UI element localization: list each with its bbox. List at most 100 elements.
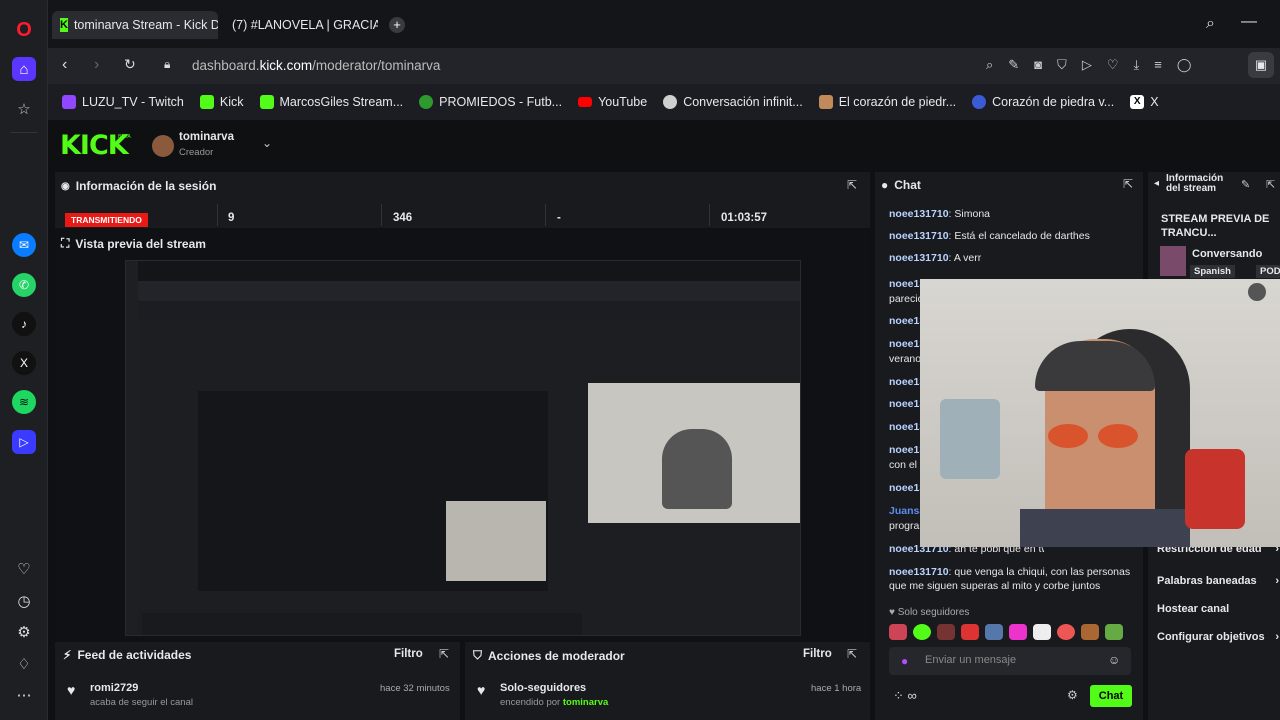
emote-icon[interactable] xyxy=(1081,624,1099,640)
popout-icon[interactable]: ⇱ xyxy=(847,647,857,661)
shield-icon: ⛉ xyxy=(473,648,483,662)
heart-icon[interactable]: ♡ xyxy=(12,557,36,581)
chat-username[interactable]: noee131710 xyxy=(889,566,949,578)
stream-preview-video[interactable] xyxy=(125,260,801,636)
heart-icon[interactable]: ♡ xyxy=(1107,57,1119,73)
bookmark-item[interactable]: PROMIEDOS - Futb... xyxy=(419,95,562,109)
extensions-icon[interactable]: ▣ xyxy=(1248,52,1274,78)
address-bar: ‹ › ↻ 🔒︎ dashboard.kick.com/moderator/to… xyxy=(48,48,1280,84)
profile-icon[interactable]: ◯ xyxy=(1177,57,1192,73)
avatar[interactable] xyxy=(152,135,174,157)
bookmark-item[interactable]: MarcosGiles Stream... xyxy=(259,95,404,109)
tab-youtube[interactable]: (7) #LANOVELA | GRACIAS xyxy=(218,11,378,39)
youtube-icon xyxy=(578,97,593,107)
lock-icon[interactable]: 🔒︎ xyxy=(164,57,170,72)
popout-icon[interactable]: ⇱ xyxy=(1266,178,1275,191)
x-icon[interactable]: X xyxy=(12,351,36,375)
bookmark-item[interactable]: YouTube xyxy=(578,95,647,109)
kick-favicon-icon: K xyxy=(60,18,68,32)
player-icon[interactable]: ▷ xyxy=(12,430,36,454)
spotify-icon[interactable]: ≋ xyxy=(12,390,36,414)
bookmark-item[interactable]: XX xyxy=(1130,95,1159,109)
popout-icon[interactable]: ⇱ xyxy=(847,178,857,192)
settings-label: Hostear canal xyxy=(1157,603,1230,615)
infinity-icon[interactable]: ⁘ ∞ xyxy=(893,688,917,704)
mod-by-user[interactable]: tominarva xyxy=(563,697,608,708)
camera-icon[interactable]: ◙ xyxy=(1034,57,1042,73)
bookmark-item[interactable]: El corazón de piedr... xyxy=(818,95,956,109)
emote-icon[interactable] xyxy=(889,624,907,640)
host-channel-item[interactable]: Hostear canal xyxy=(1157,603,1279,615)
back-icon[interactable]: ‹ xyxy=(62,56,67,74)
emote-icon[interactable] xyxy=(937,624,955,640)
webcam-close-icon[interactable] xyxy=(1248,283,1266,301)
emote-icon[interactable] xyxy=(1009,624,1027,640)
chat-text: verano xyxy=(889,353,922,365)
tiktok-icon[interactable]: ♪ xyxy=(12,312,36,336)
url-field[interactable]: dashboard.kick.com/moderator/tominarva xyxy=(192,58,440,73)
bookmark-label: MarcosGiles Stream... xyxy=(279,95,404,109)
chatgpt-icon xyxy=(663,95,678,109)
category-name[interactable]: Conversando xyxy=(1192,248,1262,260)
new-tab-button[interactable]: + xyxy=(389,17,405,33)
shield-icon[interactable]: ⛉ xyxy=(1057,57,1067,73)
tab-kick[interactable]: K tominarva Stream - Kick D xyxy=(52,11,218,39)
image-icon xyxy=(818,95,833,109)
forward-icon[interactable]: › xyxy=(94,56,99,74)
chat-username[interactable]: noee131710 xyxy=(889,208,949,220)
lightbulb-icon[interactable]: ♢ xyxy=(12,652,36,676)
emote-icon[interactable] xyxy=(1033,624,1051,640)
filter-button[interactable]: Filtro xyxy=(394,648,423,660)
reload-icon[interactable]: ↻ xyxy=(124,56,136,73)
bookmark-item[interactable]: Conversación infinit... xyxy=(663,95,803,109)
emote-icon[interactable] xyxy=(1105,624,1123,640)
star-icon[interactable]: ☆ xyxy=(12,97,36,121)
banned-words-item[interactable]: Palabras baneadas › xyxy=(1157,575,1279,587)
download-icon[interactable]: ⤓ xyxy=(1133,57,1139,73)
opera-logo-icon[interactable]: O xyxy=(12,18,36,42)
tag-badge[interactable]: POD xyxy=(1256,265,1280,278)
sunglasses-right xyxy=(1098,424,1138,448)
tag-badge[interactable]: Spanish xyxy=(1190,265,1235,278)
bookmark-item[interactable]: Corazón de piedra v... xyxy=(972,95,1114,109)
messenger-icon[interactable]: ✉ xyxy=(12,233,36,257)
settings-icon[interactable]: ⚙ xyxy=(12,620,36,644)
user-role: Creador xyxy=(179,147,214,158)
url-domain: kick.com xyxy=(259,58,313,73)
bookmark-item[interactable]: LUZU_TV - Twitch xyxy=(62,95,184,109)
play-icon[interactable]: ▷ xyxy=(1082,57,1092,73)
whatsapp-icon[interactable]: ✆ xyxy=(12,273,36,297)
emote-icon[interactable] xyxy=(1057,624,1075,640)
kick-icon xyxy=(199,95,214,109)
home-icon[interactable]: ⌂ xyxy=(12,57,36,81)
minimize-button[interactable]: — xyxy=(1241,13,1257,31)
chevron-down-icon[interactable]: ⌄ xyxy=(262,136,272,150)
search-icon[interactable]: ⌕ xyxy=(986,57,993,73)
chat-input[interactable]: ● Enviar un mensaje ☺ xyxy=(889,647,1131,675)
gear-icon[interactable]: ⚙ xyxy=(1067,688,1078,702)
edit-icon[interactable]: ✎ xyxy=(1241,178,1250,191)
chat-message: noee131710: Está el cancelado de darthes xyxy=(889,230,1090,242)
search-tabs-icon[interactable]: ⌕ xyxy=(1206,15,1215,33)
emote-icon[interactable] xyxy=(961,624,979,640)
category-thumbnail[interactable] xyxy=(1160,246,1186,276)
popout-icon[interactable]: ⇱ xyxy=(1123,177,1133,191)
menu-icon[interactable]: ≡ xyxy=(1154,57,1162,73)
emote-icon[interactable] xyxy=(985,624,1003,640)
popout-icon[interactable]: ⇱ xyxy=(439,647,449,661)
activity-user[interactable]: romi2729 xyxy=(90,682,138,694)
chat-username[interactable]: noee131710 xyxy=(889,230,949,242)
more-icon[interactable]: ⋯ xyxy=(12,683,36,707)
emote-icon[interactable] xyxy=(913,624,931,640)
edit-icon[interactable]: ✎ xyxy=(1008,57,1019,73)
chevron-right-icon: › xyxy=(1275,631,1279,643)
chat-username[interactable]: noee131710 xyxy=(889,252,949,264)
chat-text: parecio xyxy=(889,293,924,305)
chat-text: con el xyxy=(889,459,918,471)
goals-item[interactable]: Configurar objetivos › xyxy=(1157,631,1279,643)
history-icon[interactable]: ◷ xyxy=(12,589,36,613)
send-chat-button[interactable]: Chat xyxy=(1090,685,1132,707)
filter-button[interactable]: Filtro xyxy=(803,648,832,660)
emoji-icon[interactable]: ☺ xyxy=(1108,653,1120,667)
bookmark-item[interactable]: Kick xyxy=(199,95,244,109)
